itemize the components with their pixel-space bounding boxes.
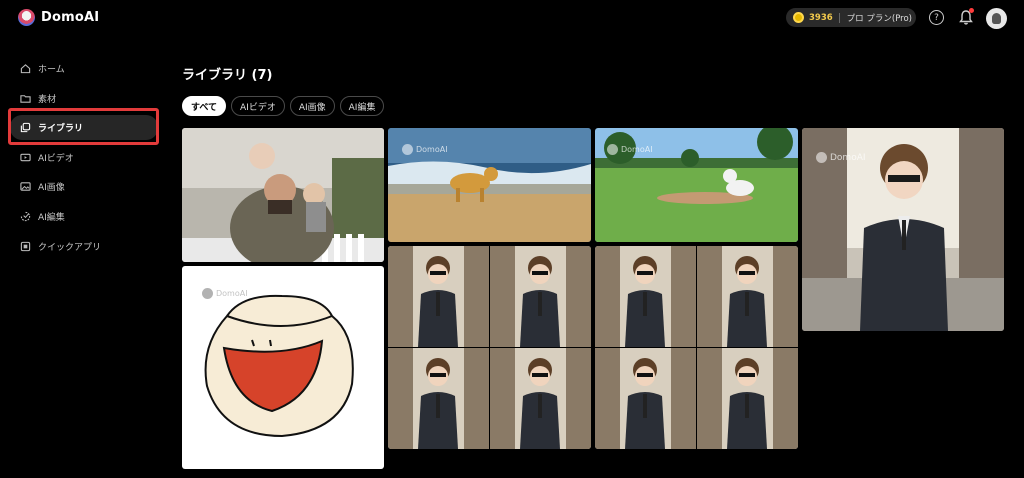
library-item-anime-man-city[interactable]: DomoAI <box>802 128 1004 331</box>
home-icon <box>20 64 31 74</box>
notification-dot <box>969 8 974 13</box>
watermark: DomoAI <box>402 144 448 155</box>
folder-icon <box>20 94 31 103</box>
watermark-logo-icon <box>816 152 827 163</box>
help-icon[interactable]: ? <box>929 10 944 25</box>
sidebar-item-ai-image[interactable]: AI画像 <box>10 174 158 199</box>
filter-ai-video[interactable]: AIビデオ <box>231 96 285 116</box>
domoai-logo-icon <box>18 9 35 26</box>
library-item-dog-park[interactable]: DomoAI <box>595 128 798 242</box>
watermark-logo-icon <box>402 144 413 155</box>
watermark: DomoAI <box>607 144 653 155</box>
filter-tabs: すべて AIビデオ AI画像 AI編集 <box>182 96 385 116</box>
filter-ai-image[interactable]: AI画像 <box>289 96 335 116</box>
watermark-logo-icon <box>607 144 618 155</box>
coin-icon <box>793 12 804 23</box>
sidebar-item-home[interactable]: ホーム <box>10 56 158 81</box>
sidebar-item-label: AI編集 <box>38 212 65 223</box>
library-item-anime-grid-2[interactable] <box>595 246 798 449</box>
filter-all[interactable]: すべて <box>182 96 227 116</box>
sidebar-item-quick-apps[interactable]: クイックアプリ <box>10 234 158 259</box>
sidebar: ホーム 素材 ライブラリ AIビデオ AI画像 AI編集 クイックアプリ <box>10 56 158 263</box>
library-item-anime-grid-1[interactable] <box>388 246 591 449</box>
image-icon <box>20 182 31 192</box>
watermark: DomoAI <box>816 152 866 163</box>
plan-label: プロ プラン(Pro) <box>846 13 912 24</box>
credit-count: 3936 <box>809 12 833 23</box>
app-logo[interactable]: DomoAI <box>18 9 99 26</box>
app-name: DomoAI <box>41 10 100 25</box>
sidebar-item-label: ホーム <box>38 65 65 75</box>
sidebar-item-materials[interactable]: 素材 <box>10 86 158 111</box>
edit-icon <box>20 211 31 222</box>
top-bar: DomoAI 3936 プロ プラン(Pro) ? <box>0 0 1024 36</box>
page-title: ライブラリ (7) <box>182 68 273 83</box>
library-item-family-photo[interactable] <box>182 128 384 262</box>
library-item-dog-beach[interactable]: DomoAI <box>388 128 591 242</box>
sidebar-item-ai-edit[interactable]: AI編集 <box>10 204 158 229</box>
sidebar-item-label: 素材 <box>38 94 57 105</box>
library-item-smile-drawing[interactable]: DomoAI <box>182 266 384 469</box>
user-avatar[interactable] <box>986 8 1007 29</box>
credits-plan-pill[interactable]: 3936 プロ プラン(Pro) <box>786 8 916 27</box>
sidebar-item-label: AIビデオ <box>38 153 74 164</box>
watermark: DomoAI <box>202 288 248 299</box>
library-highlight-box <box>8 108 159 145</box>
apps-icon <box>20 241 31 251</box>
filter-ai-edit[interactable]: AI編集 <box>339 96 385 116</box>
sidebar-item-label: AI画像 <box>38 183 65 194</box>
video-icon <box>20 153 31 162</box>
watermark-logo-icon <box>202 288 213 299</box>
sidebar-item-ai-video[interactable]: AIビデオ <box>10 145 158 170</box>
sidebar-item-label: クイックアプリ <box>38 242 102 253</box>
divider <box>838 12 840 23</box>
